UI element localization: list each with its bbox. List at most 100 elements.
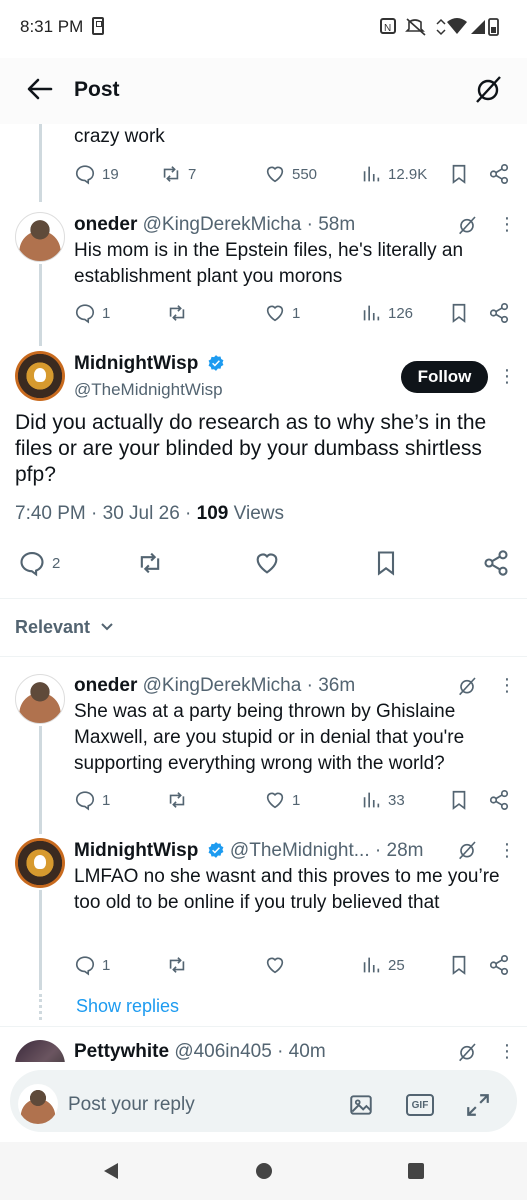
avatar[interactable] xyxy=(15,351,65,401)
more-options-icon[interactable]: ⋮ xyxy=(498,1041,516,1061)
reply-count: 19 xyxy=(102,165,119,183)
repost-count: 7 xyxy=(188,165,197,183)
reply-button[interactable]: 1 xyxy=(74,785,110,815)
grok-icon[interactable] xyxy=(457,1042,477,1062)
back-arrow-icon[interactable] xyxy=(24,74,54,104)
bookmark-icon xyxy=(452,164,466,184)
views-button[interactable]: 126 xyxy=(360,298,413,328)
reply-count: 1 xyxy=(102,956,111,974)
reply-button[interactable]: 1 xyxy=(74,950,110,980)
thread-dotted-line xyxy=(39,994,42,1020)
bookmark-icon xyxy=(452,955,466,975)
handle[interactable]: @KingDerekMicha xyxy=(143,214,302,235)
share-icon xyxy=(489,790,509,810)
avatar[interactable] xyxy=(15,838,65,888)
bookmark-button[interactable] xyxy=(448,159,470,189)
bookmark-button[interactable] xyxy=(448,298,470,328)
display-name[interactable]: MidnightWisp xyxy=(74,840,198,861)
author-line: oneder @KingDerekMicha · 58m xyxy=(74,214,355,236)
divider xyxy=(0,656,527,657)
gif-icon[interactable]: GIF xyxy=(406,1094,434,1116)
more-options-icon[interactable]: ⋮ xyxy=(498,840,516,860)
like-count: 550 xyxy=(292,165,318,183)
repost-button[interactable] xyxy=(166,298,188,328)
views-button[interactable]: 33 xyxy=(360,785,405,815)
tweet-actions: 1 1 33 xyxy=(0,785,527,815)
repost-button[interactable] xyxy=(166,785,188,815)
tweet-text: His mom is in the Epstein files, he's li… xyxy=(74,240,464,287)
share-button[interactable] xyxy=(488,785,510,815)
handle[interactable]: @TheMidnight... xyxy=(230,840,370,861)
share-icon xyxy=(489,164,509,184)
system-status-icons: N xyxy=(379,16,505,43)
heart-icon xyxy=(266,792,284,809)
share-button[interactable] xyxy=(482,548,510,578)
display-name[interactable]: Pettywhite xyxy=(74,1041,169,1062)
display-name[interactable]: MidnightWisp xyxy=(74,353,198,374)
post-time: · 36m xyxy=(306,675,356,696)
repost-button[interactable] xyxy=(166,950,188,980)
tweet-actions: 1 1 126 xyxy=(0,298,527,328)
grok-icon[interactable] xyxy=(457,215,477,235)
reply-button[interactable]: 1 xyxy=(74,298,110,328)
handle[interactable]: @KingDerekMicha xyxy=(143,675,302,696)
avatar[interactable] xyxy=(15,674,65,724)
reply-button[interactable]: 19 xyxy=(74,159,119,189)
nav-home-icon[interactable] xyxy=(253,1160,275,1182)
reply-count: 1 xyxy=(102,791,111,809)
repost-icon xyxy=(140,552,160,574)
more-options-icon[interactable]: ⋮ xyxy=(498,675,516,695)
grok-icon[interactable] xyxy=(457,676,477,696)
image-icon[interactable] xyxy=(348,1092,374,1118)
nav-back-icon[interactable] xyxy=(100,1160,122,1182)
display-name[interactable]: oneder xyxy=(74,675,137,696)
grok-icon[interactable] xyxy=(457,840,477,860)
repost-icon xyxy=(169,957,185,973)
bookmark-button[interactable] xyxy=(448,950,470,980)
views-button[interactable]: 12.9K xyxy=(360,159,427,189)
display-name[interactable]: oneder xyxy=(74,214,137,235)
tweet-actions: 19 7 550 12.9K xyxy=(0,159,527,189)
like-count: 1 xyxy=(292,791,301,809)
reply-icon xyxy=(75,304,95,324)
more-options-icon[interactable]: ⋮ xyxy=(498,214,516,234)
handle[interactable]: @406in405 xyxy=(174,1041,271,1062)
bookmark-button[interactable] xyxy=(372,548,400,578)
views-icon xyxy=(363,792,380,808)
avatar xyxy=(18,1084,58,1124)
signal-wifi-battery-icon: N xyxy=(380,18,499,36)
share-button[interactable] xyxy=(488,950,510,980)
expand-icon[interactable] xyxy=(465,1092,491,1118)
views-icon xyxy=(363,305,380,321)
reply-input-placeholder[interactable]: Post your reply xyxy=(68,1094,195,1116)
sort-dropdown[interactable]: Relevant xyxy=(15,617,115,638)
repost-icon xyxy=(163,166,179,182)
like-button[interactable]: 550 xyxy=(264,159,317,189)
divider xyxy=(0,1026,527,1027)
share-button[interactable] xyxy=(488,298,510,328)
reply-count: 1 xyxy=(102,304,111,322)
thread-line xyxy=(39,726,42,834)
post-time: · 28m xyxy=(374,840,424,861)
share-button[interactable] xyxy=(488,159,510,189)
like-button[interactable]: 1 xyxy=(264,785,300,815)
reply-button[interactable]: 2 xyxy=(18,548,60,578)
views-button[interactable]: 25 xyxy=(360,950,405,980)
reply-input-bar[interactable]: Post your reply GIF xyxy=(10,1070,517,1132)
more-options-icon[interactable]: ⋮ xyxy=(498,366,516,386)
bookmark-button[interactable] xyxy=(448,785,470,815)
heart-icon xyxy=(266,166,284,183)
grok-icon[interactable] xyxy=(473,74,503,104)
follow-button[interactable]: Follow xyxy=(401,361,488,393)
nav-recents-icon[interactable] xyxy=(405,1160,427,1182)
post-actions: 2 xyxy=(0,548,527,578)
show-replies-link[interactable]: Show replies xyxy=(76,996,179,1017)
views-icon xyxy=(363,166,380,182)
repost-button[interactable] xyxy=(136,548,164,578)
handle[interactable]: @TheMidnightWisp xyxy=(74,380,223,400)
like-button[interactable]: 1 xyxy=(264,298,300,328)
like-button[interactable] xyxy=(253,548,281,578)
avatar[interactable] xyxy=(15,212,65,262)
like-button[interactable] xyxy=(264,950,286,980)
repost-button[interactable]: 7 xyxy=(160,159,196,189)
